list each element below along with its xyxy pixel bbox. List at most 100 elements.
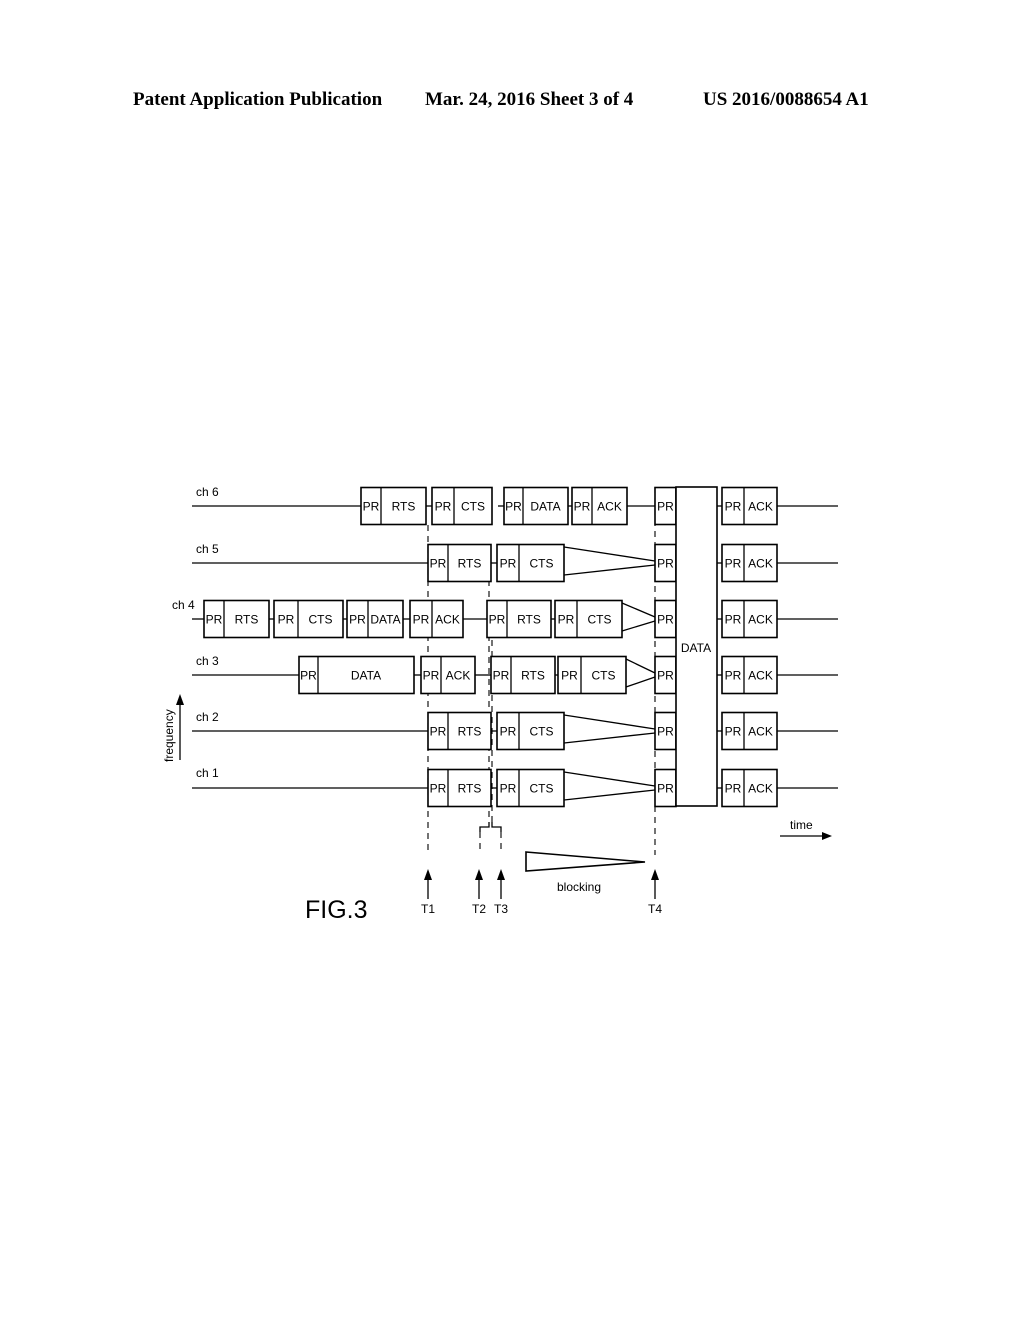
time-marker: T3 bbox=[494, 869, 508, 916]
marker-label: T1 bbox=[421, 902, 435, 916]
converge-line bbox=[563, 714, 656, 730]
frame-type-label: CTS bbox=[530, 725, 554, 739]
frame: PR RTS bbox=[490, 655, 556, 695]
channel-row: ch 1 PR RTS PR CTS PR PR ACK bbox=[192, 766, 838, 808]
frame: PR RTS bbox=[427, 543, 492, 583]
aggregated-data-frame: DATA bbox=[675, 486, 718, 807]
preamble-label: PR bbox=[300, 669, 317, 683]
time-marker: T4 bbox=[648, 869, 662, 916]
frequency-arrow-icon bbox=[176, 694, 184, 705]
preamble-label: PR bbox=[657, 557, 674, 571]
preamble-label: PR bbox=[558, 613, 575, 627]
frame-type-label: RTS bbox=[458, 782, 482, 796]
preamble-label: PR bbox=[500, 782, 517, 796]
preamble-label: PR bbox=[413, 613, 430, 627]
preamble-label: PR bbox=[657, 613, 674, 627]
converge-line bbox=[563, 564, 656, 576]
frame-type-label: ACK bbox=[748, 725, 773, 739]
preamble-label: PR bbox=[725, 557, 742, 571]
frame: PR CTS bbox=[431, 486, 493, 526]
converge-line bbox=[563, 732, 656, 744]
frame: PR DATA bbox=[346, 599, 404, 639]
time-arrow-icon bbox=[822, 832, 832, 840]
preamble-label: PR bbox=[278, 613, 295, 627]
frame: PR ACK bbox=[721, 768, 778, 808]
figure-caption: FIG.3 bbox=[305, 896, 368, 924]
frame: PR RTS bbox=[427, 711, 492, 751]
preamble-label: PR bbox=[725, 613, 742, 627]
preamble-label: PR bbox=[206, 613, 223, 627]
channel-row: ch 3 PR DATA PR ACK PR RTS PR CTS PR PR ACK bbox=[192, 654, 838, 695]
frame-type-label: RTS bbox=[235, 613, 259, 627]
preamble-label: PR bbox=[430, 725, 447, 739]
frame-type-label: ACK bbox=[748, 669, 773, 683]
up-arrow-icon bbox=[424, 869, 432, 880]
preamble-label: PR bbox=[489, 613, 506, 627]
preamble-label: PR bbox=[505, 500, 522, 514]
preamble-label: PR bbox=[500, 725, 517, 739]
bracket bbox=[479, 822, 490, 832]
frame: PR ACK bbox=[721, 543, 778, 583]
preamble-label: PR bbox=[430, 557, 447, 571]
marker-label: T3 bbox=[494, 902, 508, 916]
preamble-label: PR bbox=[725, 500, 742, 514]
frame: PR RTS bbox=[427, 768, 492, 808]
preamble-label: PR bbox=[430, 782, 447, 796]
preamble-label: PR bbox=[574, 500, 591, 514]
converge-line bbox=[625, 676, 656, 688]
converge-line bbox=[563, 771, 656, 787]
time-markers: T1 T2 T3 T4 bbox=[421, 869, 662, 916]
channel-label: ch 6 bbox=[196, 485, 219, 499]
frame-type-label: CTS bbox=[461, 500, 485, 514]
channel-label: ch 2 bbox=[196, 710, 219, 724]
channel-rows: ch 6 PR RTS PR CTS PR DATA PR ACK PR PR ACK ch 5 PR RT… bbox=[172, 485, 838, 808]
frame: PR ACK bbox=[721, 486, 778, 526]
frame: PR DATA bbox=[298, 655, 415, 695]
channel-label: ch 1 bbox=[196, 766, 219, 780]
frame: PR CTS bbox=[496, 768, 565, 808]
converge-line bbox=[563, 546, 656, 562]
preamble-label: PR bbox=[561, 669, 578, 683]
frame-type-label: DATA bbox=[351, 669, 381, 683]
frame: PR ACK bbox=[409, 599, 464, 639]
converge-line bbox=[621, 620, 656, 632]
preamble-label: PR bbox=[657, 669, 674, 683]
frame: PR bbox=[654, 543, 677, 583]
time-marker: T1 bbox=[421, 869, 435, 916]
frame-type-label: CTS bbox=[309, 613, 333, 627]
converge-line bbox=[563, 789, 656, 801]
frame: PR CTS bbox=[554, 599, 623, 639]
up-arrow-icon bbox=[475, 869, 483, 880]
frame-type-label: ACK bbox=[446, 669, 471, 683]
frame: PR bbox=[654, 655, 677, 695]
frame-type-label: RTS bbox=[517, 613, 541, 627]
frame: PR RTS bbox=[203, 599, 270, 639]
channel-row: ch 2 PR RTS PR CTS PR PR ACK bbox=[192, 710, 838, 751]
frame: PR ACK bbox=[571, 486, 628, 526]
frequency-axis: frequency bbox=[162, 694, 184, 762]
frame: PR RTS bbox=[360, 486, 427, 526]
preamble-label: PR bbox=[657, 500, 674, 514]
preamble-label: PR bbox=[423, 669, 440, 683]
frame: PR RTS bbox=[486, 599, 552, 639]
frame: PR bbox=[654, 599, 677, 639]
frame-type-label: RTS bbox=[458, 725, 482, 739]
frame-type-label: CTS bbox=[530, 782, 554, 796]
channel-label: ch 4 bbox=[172, 598, 195, 612]
channel-label: ch 3 bbox=[196, 654, 219, 668]
frame: PR DATA bbox=[503, 486, 569, 526]
channel-row: ch 5 PR RTS PR CTS PR PR ACK bbox=[192, 542, 838, 583]
preamble-label: PR bbox=[493, 669, 510, 683]
frame: PR ACK bbox=[721, 711, 778, 751]
preamble-label: PR bbox=[725, 725, 742, 739]
fig3-diagram: ch 6 PR RTS PR CTS PR DATA PR ACK PR PR ACK ch 5 PR RT… bbox=[162, 485, 838, 924]
preamble-label: PR bbox=[363, 500, 380, 514]
frame-type-label: ACK bbox=[748, 782, 773, 796]
aggregated-data-label: DATA bbox=[681, 641, 711, 655]
frame-type-label: RTS bbox=[458, 557, 482, 571]
frame-type-label: DATA bbox=[530, 500, 560, 514]
converge-line bbox=[621, 602, 656, 618]
preamble-label: PR bbox=[435, 500, 452, 514]
frame-type-label: ACK bbox=[748, 557, 773, 571]
frame: PR bbox=[654, 486, 677, 526]
